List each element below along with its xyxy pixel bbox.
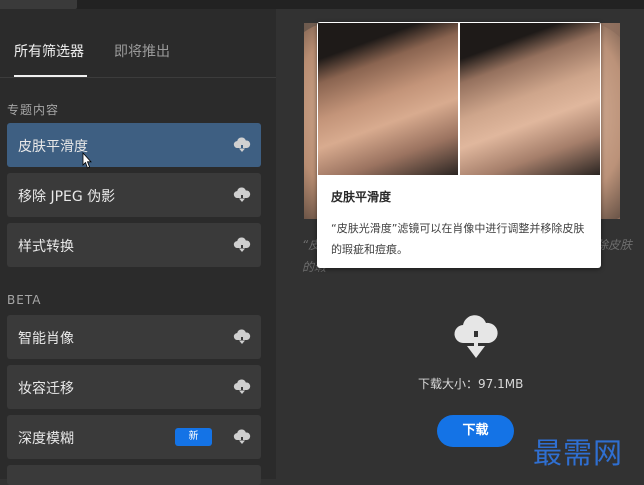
watermark: 最需网: [533, 436, 624, 470]
section-label-beta: BETA: [7, 293, 42, 307]
download-size: 下载大小：97.1MB: [418, 377, 524, 391]
filter-next-partial[interactable]: [7, 465, 261, 485]
tabs-divider: [0, 77, 276, 78]
cloud-download-icon[interactable]: [233, 379, 251, 395]
cloud-download-icon[interactable]: [233, 329, 251, 345]
filter-label: 样式转换: [18, 239, 74, 255]
description-text-behind: 除皮肤: [596, 238, 633, 252]
comparison-divider: [458, 23, 460, 175]
tab-all-filters[interactable]: 所有筛选器: [14, 41, 84, 61]
filter-label: 深度模糊: [18, 431, 74, 447]
filter-makeup-transfer[interactable]: 妆容迁移: [7, 365, 261, 409]
new-badge: 新: [175, 428, 212, 446]
window-tab-fragment: [0, 0, 77, 9]
filter-label: 移除 JPEG 伪影: [18, 189, 116, 205]
filter-tooltip: 皮肤平滑度 “皮肤光滑度”滤镜可以在肖像中进行调整并移除皮肤的瑕疵和痘痕。: [317, 22, 601, 268]
window-top-strip: [0, 0, 644, 9]
tooltip-photo-after: [459, 23, 600, 175]
download-button[interactable]: 下载: [437, 415, 514, 447]
tooltip-photo-before: [318, 23, 459, 175]
tab-upcoming[interactable]: 即将推出: [114, 41, 170, 61]
tooltip-preview-image: [318, 23, 600, 175]
filter-skin-smoothing[interactable]: 皮肤平滑度: [7, 123, 261, 167]
section-label-featured: 专题内容: [7, 103, 60, 117]
mouse-pointer-icon: [82, 152, 92, 169]
filter-label: 妆容迁移: [18, 381, 74, 397]
filter-jpeg-artifact-removal[interactable]: 移除 JPEG 伪影: [7, 173, 261, 217]
filter-style-transfer[interactable]: 样式转换: [7, 223, 261, 267]
cloud-download-icon[interactable]: [233, 187, 251, 203]
cloud-download-icon[interactable]: [233, 137, 251, 153]
filter-label: 智能肖像: [18, 331, 74, 347]
tooltip-title: 皮肤平滑度: [331, 190, 392, 204]
cloud-download-icon: [454, 315, 498, 358]
filter-label: 皮肤平滑度: [18, 139, 88, 155]
filter-depth-blur[interactable]: 深度模糊 新: [7, 415, 261, 459]
tooltip-description: “皮肤光滑度”滤镜可以在肖像中进行调整并移除皮肤的瑕疵和痘痕。: [331, 222, 585, 256]
cloud-download-icon[interactable]: [233, 429, 251, 445]
cloud-download-icon[interactable]: [233, 237, 251, 253]
filter-smart-portrait[interactable]: 智能肖像: [7, 315, 261, 359]
